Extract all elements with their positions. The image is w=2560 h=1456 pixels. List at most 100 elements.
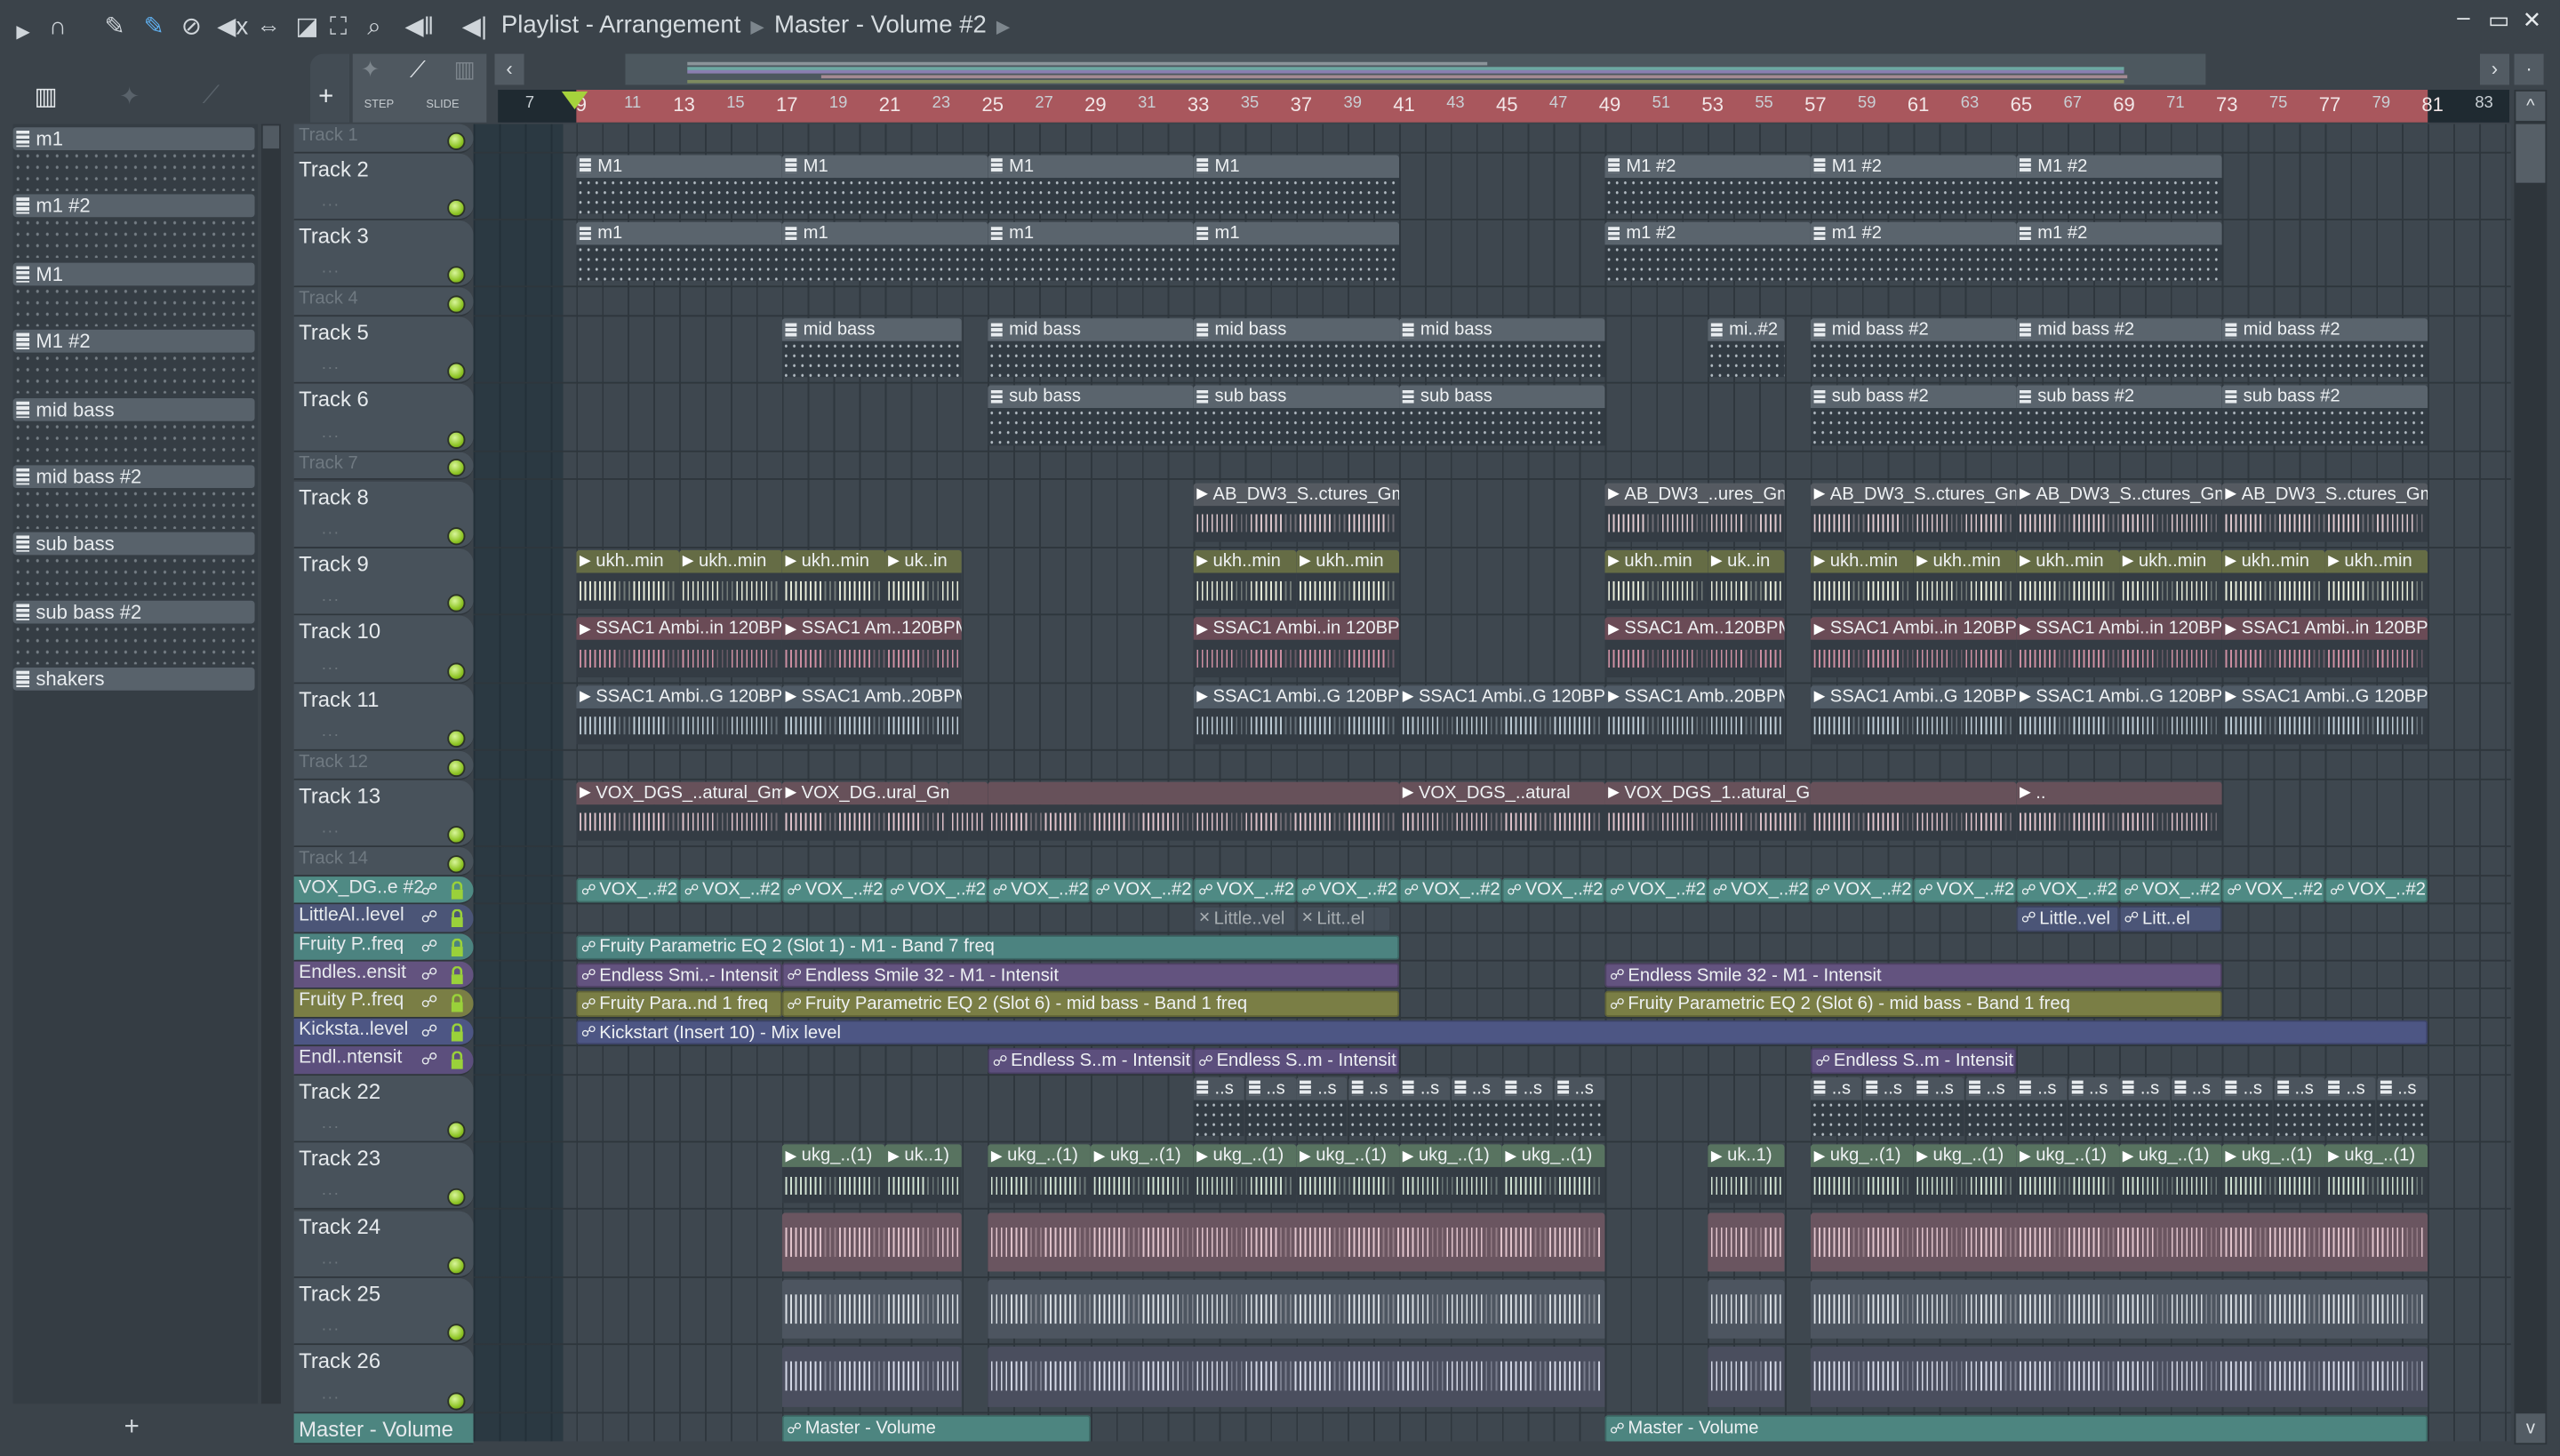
automation-clip[interactable]: ☍ VOX_..#2 — [1913, 877, 2016, 903]
picker-item[interactable]: mid bass #2 — [12, 465, 255, 532]
clip[interactable]: ▶ SSAC1 Ambi..in 120BPM — [576, 617, 781, 679]
scroll-down-button[interactable]: v — [2516, 1413, 2546, 1444]
clip[interactable]: ▶ VOX_DGS_..atural_Gm — [576, 780, 781, 844]
close-button[interactable]: ✕ — [2523, 6, 2542, 34]
track-lane[interactable]: ..s ..s ..s ..s ..s ..s ..s ..s ..s ..s ..s ..s ..s.… — [473, 1076, 2511, 1143]
add-pattern-button[interactable]: + — [124, 1413, 140, 1443]
scroll-left-button[interactable]: ‹ — [494, 53, 524, 85]
clip[interactable] — [988, 1212, 1604, 1274]
clip[interactable]: M1 #2 — [1604, 154, 1810, 217]
clip[interactable]: ▶ ukg_..(1) — [1501, 1144, 1604, 1207]
track-lane[interactable]: ☍ Endless Smi..- Intensit ☍ Endless Smile 3… — [473, 962, 2511, 990]
clip[interactable]: ▶ VOX_DGS_1..atural_Gm — [1604, 780, 1810, 844]
track-lane[interactable]: ☍ Endless S..m - Intensit ☍ Endless S..m - … — [473, 1047, 2511, 1076]
picker-item-header[interactable]: m1 #2 — [12, 195, 255, 218]
scroll-up-button[interactable]: ^ — [2516, 91, 2546, 121]
clip[interactable]: ..s — [2119, 1076, 2170, 1140]
track-mute-led[interactable] — [447, 1188, 466, 1207]
track-options-dots[interactable]: ... — [322, 655, 340, 673]
clip[interactable]: sub bass #2 — [2221, 386, 2428, 448]
track-mute-led[interactable] — [447, 729, 466, 748]
song-overview-scrollbar[interactable] — [625, 53, 2206, 85]
overview-menu-button[interactable]: · — [2514, 53, 2544, 85]
piano-icon[interactable]: ▥ — [454, 55, 476, 83]
track-options-dots[interactable]: ... — [322, 1115, 340, 1132]
clip[interactable]: mid bass — [1399, 318, 1604, 380]
automation-clip[interactable]: ☍ VOX_..#2 — [1501, 877, 1604, 903]
picker-item-header[interactable]: m1 — [12, 127, 255, 150]
track-mute-led[interactable] — [447, 854, 466, 873]
clip[interactable]: sub bass #2 — [1810, 386, 2016, 448]
clip[interactable]: ▶ VOX_DGS_..atural — [1399, 780, 1604, 844]
track-options-dots[interactable]: ... — [322, 260, 340, 278]
track-header[interactable]: Endles..ensit ☍ — [293, 961, 474, 990]
track-mute-led[interactable] — [447, 1324, 466, 1342]
add-track-button[interactable]: + — [309, 53, 350, 123]
clip[interactable]: M1 #2 — [2016, 154, 2221, 217]
clip[interactable]: ..s — [1964, 1076, 2016, 1140]
track-options-dots[interactable]: ... — [322, 1317, 340, 1335]
track-options-dots[interactable]: ... — [322, 820, 340, 837]
track-header[interactable]: Endl..ntensit ☍ — [293, 1046, 474, 1076]
track-lane[interactable] — [473, 452, 2511, 481]
clip[interactable]: ▶ ukh..min — [1810, 549, 1913, 612]
clip[interactable]: ▶.. — [2016, 780, 2221, 844]
picker-item[interactable]: shakers — [12, 668, 255, 734]
clip[interactable]: ▶ SSAC1 Am..120BPM — [781, 617, 962, 679]
clip[interactable]: ▶ ukg_..(1) — [2016, 1144, 2119, 1207]
automation-clip[interactable]: ☍ VOX_..#2 — [2324, 877, 2428, 903]
clip[interactable]: ▶ ukg_..(1) — [1090, 1144, 1193, 1207]
breadcrumb-item[interactable]: Playlist - Arrangement — [501, 12, 741, 39]
track-lane[interactable]: ▶ SSAC1 Ambi..in 120BPM ▶ SSAC1 Am..120BPM ▶… — [473, 616, 2511, 684]
track-options-dots[interactable]: ... — [322, 723, 340, 740]
clip[interactable]: ▶ SSAC1 Ambi..G 120BPM — [1810, 684, 2016, 747]
clip[interactable] — [1810, 1347, 2428, 1409]
lock-icon[interactable] — [451, 994, 464, 1013]
track-mute-led[interactable] — [447, 826, 466, 844]
chevron-right-icon[interactable]: ▶ — [996, 18, 1011, 37]
clip[interactable]: M1 #2 — [1810, 154, 2016, 217]
picker-item-header[interactable]: M1 #2 — [12, 330, 255, 353]
clip[interactable]: mi..#2 — [1708, 318, 1785, 380]
clip[interactable]: ▶ VOX_DG..ural_Gm — [781, 780, 948, 844]
clip[interactable]: ▶ ukg_..(1) — [1399, 1144, 1501, 1207]
track-lane[interactable]: ▶ SSAC1 Ambi..G 120BPM ▶ SSAC1 Amb..20BPM ▶ S… — [473, 684, 2511, 751]
track-mute-led[interactable] — [447, 459, 466, 478]
clip[interactable]: ..s — [1399, 1076, 1450, 1140]
clip[interactable]: ▶ ukh..min — [679, 549, 781, 612]
lock-icon[interactable] — [451, 1022, 464, 1042]
track-lane[interactable]: ☍ Fruity Parametric EQ 2 (Slot 1) - M1 - … — [473, 933, 2511, 962]
track-header[interactable]: Track 9... — [293, 548, 474, 616]
clip[interactable]: ▶ ukh..min — [2324, 549, 2428, 612]
lock-icon[interactable] — [451, 908, 464, 928]
automation-link-icon[interactable]: ☍ — [421, 995, 438, 1012]
track-options-dots[interactable]: ... — [322, 193, 340, 211]
clip[interactable]: ▶ ukh..min — [1296, 549, 1399, 612]
clip[interactable]: ..s — [1193, 1076, 1244, 1140]
automation-icon[interactable]: ⟋ — [410, 55, 426, 83]
track-lane[interactable] — [473, 288, 2511, 317]
track-lane[interactable]: ▶ AB_DW3_S..ctures_Gm ▶ AB_DW3_..ures_Gm ▶ AB… — [473, 481, 2511, 548]
automation-icon[interactable]: ⟋ — [203, 82, 220, 109]
automation-link-icon[interactable]: ☍ — [421, 909, 438, 927]
clip[interactable]: ..s — [1913, 1076, 1964, 1140]
picker-item[interactable]: M1 — [12, 262, 255, 329]
track-mute-led[interactable] — [447, 1391, 466, 1410]
clip[interactable]: ..s — [1553, 1076, 1604, 1140]
clip[interactable]: ▶ ukh..min — [1193, 549, 1296, 612]
clip[interactable] — [988, 1279, 1604, 1341]
automation-clip[interactable]: ☍ VOX_..#2 — [1090, 877, 1193, 903]
clip[interactable]: ▶ SSAC1 Ambi..G 120BPM — [576, 684, 781, 747]
automation-clip[interactable]: ☍ Endless S..m - Intensit — [1193, 1048, 1399, 1074]
playlist-grid[interactable]: M1 M1 M1 M1 M1 #2 M1 #2 M1 #2 m1 m1 m1 m1 m1 #2 m1 #… — [473, 124, 2511, 1442]
clip[interactable] — [781, 1347, 962, 1409]
slice-tool-icon[interactable]: ◪ — [295, 13, 318, 43]
lock-icon[interactable] — [451, 1051, 464, 1070]
clip[interactable]: sub bass — [1193, 386, 1399, 448]
clip[interactable]: sub bass #2 — [2016, 386, 2221, 448]
track-lane[interactable]: ▶ ukg_..(1) ▶ uk..1) ▶ ukg_..(1) ▶ ukg_..(1) ▶ uk… — [473, 1143, 2511, 1211]
scrollbar-thumb[interactable] — [2516, 124, 2546, 183]
timeline-ruler[interactable]: 7 9 11 13 15 17 19 21 23 25 27 29 31 33 35 37 39 41 43 45 47… — [498, 89, 2510, 123]
automation-clip[interactable]: ☍ Endless S..m - Intensit — [1810, 1048, 2016, 1074]
clip[interactable]: ▶ SSAC1 Ambi..G 120BPM — [2016, 684, 2221, 747]
